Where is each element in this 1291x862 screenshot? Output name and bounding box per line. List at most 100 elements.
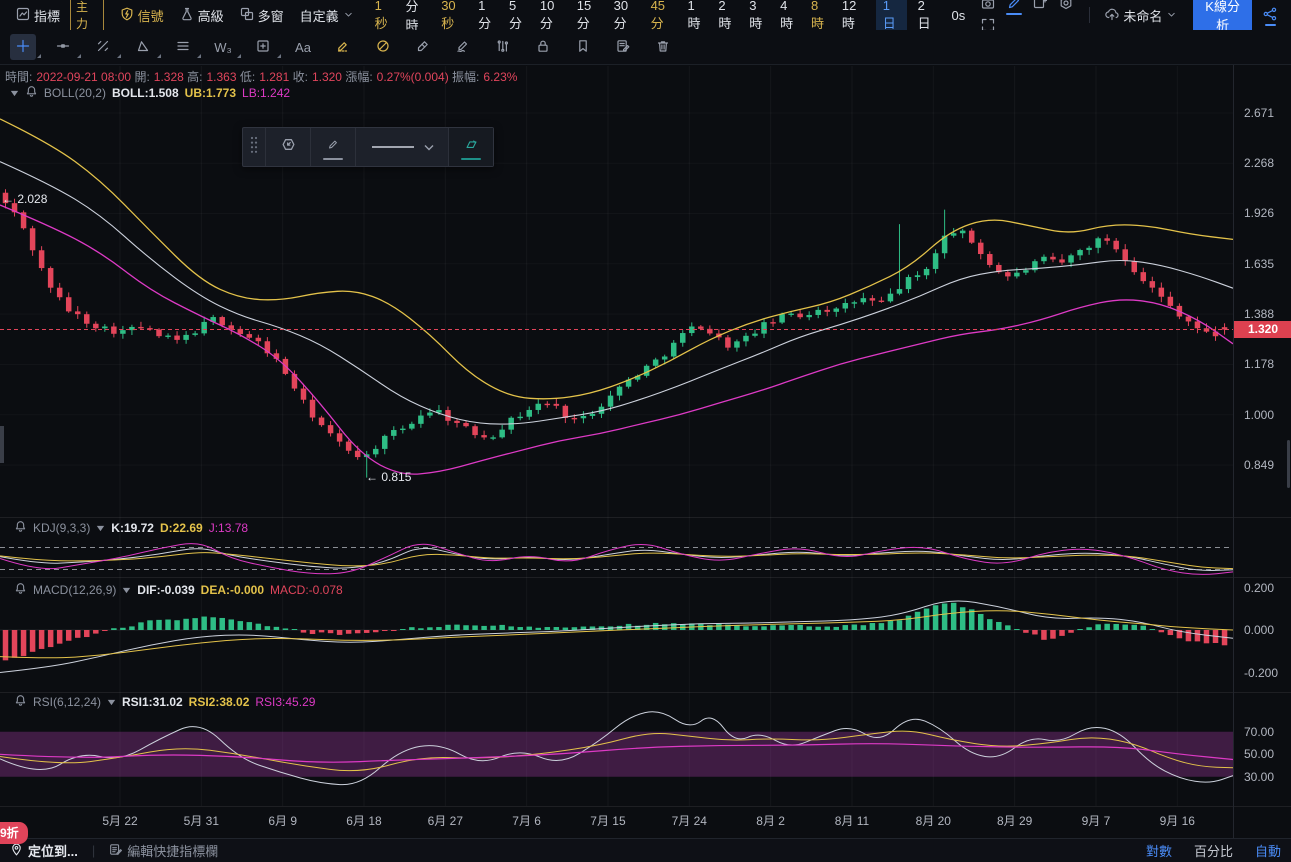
price-axis[interactable]: 2.6712.2681.9261.6351.3881.1781.0000.849… [1233,65,1291,806]
log-scale-toggle[interactable]: 對數 [1146,841,1172,860]
crosshair-tool[interactable] [10,34,36,60]
timeframe-1時[interactable]: 1時 [687,0,704,32]
amplitude-label: 振幅: [452,70,479,84]
timeframe-30分[interactable]: 30分 [614,0,637,32]
percent-scale-toggle[interactable]: 百分比 [1194,841,1233,860]
share-button[interactable] [1260,4,1281,26]
auto-scale-toggle[interactable]: 自動 [1255,841,1281,860]
top-toolbar: 指標 主力 信號 高級 多窗 自定義 1秒分時30秒1分5分10分15分30分4… [0,0,1291,30]
brush-highlight-tool-icon [336,39,350,56]
timeframe-4時[interactable]: 4時 [780,0,797,32]
alert-bell-icon[interactable] [25,85,38,101]
advanced-button[interactable]: 高級 [180,6,224,25]
timeframe-15分[interactable]: 15分 [577,0,600,32]
timeframe-2時[interactable]: 2時 [718,0,735,32]
chart-icon [16,7,30,24]
eraser-tool-icon [416,39,430,56]
trend-line-tool[interactable] [90,34,116,60]
rsi-name[interactable]: RSI(6,12,24) [33,695,101,709]
multi-window-button[interactable]: 多窗 [240,6,284,25]
fill-swatch [461,158,481,160]
macd-indicator-row: MACD(12,26,9) ▼ DIF:-0.039 DEA:-0.000 MA… [14,582,343,598]
macd-hist-value: MACD:-0.078 [270,583,343,597]
timeframe-30秒[interactable]: 30秒 [441,0,464,32]
marker-squiggle-tool[interactable] [450,34,476,60]
triangle-tool[interactable] [130,34,156,60]
form-edit-tool[interactable] [610,34,636,60]
chevron-down-icon[interactable]: ▼ [121,585,133,595]
trash-tool-icon [656,39,670,56]
settings-button[interactable] [1053,0,1079,15]
layout-save-button[interactable]: 未命名 [1105,6,1177,25]
brush-highlight-tool[interactable] [330,34,356,60]
line-color-button[interactable] [311,128,356,166]
scrollbar-thumb[interactable] [1287,440,1290,488]
custom-button[interactable]: 自定義 [300,6,354,25]
form-edit-tool-icon [616,39,630,56]
crosshair-tool-icon [16,39,30,56]
box-plus-tool[interactable] [250,34,276,60]
collapse-chevron-icon[interactable]: ▼ [8,88,20,98]
drag-handle[interactable] [243,128,266,166]
drag-dots-icon [249,136,259,159]
lock-tool[interactable] [530,34,556,60]
alert-bell-icon[interactable] [14,694,27,710]
add-pane-icon [1033,0,1047,13]
timeframe-分時[interactable]: 分時 [406,0,428,34]
alert-bell-icon[interactable] [14,582,27,598]
timeframe-12時[interactable]: 12時 [842,0,865,32]
date-label: 7月 15 [590,812,625,829]
text-tool[interactable]: Aa [290,34,316,60]
boll-lb-value: LB:1.242 [242,86,290,100]
edit-shortcuts-button[interactable]: 編輯快捷指標欄 [109,841,218,860]
timeframe-8時[interactable]: 8時 [811,0,828,32]
trash-tool[interactable] [650,34,676,60]
time-value: 2022-09-21 08:00 [36,70,131,84]
fill-style-button[interactable] [449,128,493,166]
fib-retracement-tool-icon [176,39,190,56]
main-force-button[interactable]: 主力 [70,0,104,34]
date-label: 9月 16 [1160,812,1195,829]
magnet-tool[interactable] [370,34,396,60]
camera-button[interactable] [975,0,1001,15]
marker-squiggle-tool-icon [456,39,470,56]
candle-pattern-tool[interactable] [490,34,516,60]
timeframe-45分[interactable]: 45分 [651,0,674,32]
timeframe-1分[interactable]: 1分 [478,0,495,32]
shape-tool-button[interactable] [266,128,311,166]
bookmark-tool-icon [576,39,590,56]
trading-app: 指標 主力 信號 高級 多窗 自定義 1秒分時 30秒 1分 5分 10分 15分 30分 4… [0,0,1291,862]
line-style-select[interactable] [356,128,449,166]
macd-name[interactable]: MACD(12,26,9) [33,583,116,597]
eraser-tool[interactable] [410,34,436,60]
date-label: 6月 9 [268,812,297,829]
kdj-name[interactable]: KDJ(9,3,3) [33,521,90,535]
add-pane-button[interactable] [1027,0,1053,15]
indicators-button[interactable]: 指標 [16,6,60,25]
signals-button[interactable]: 信號 [120,6,164,25]
timeframe-5分[interactable]: 5分 [509,0,526,32]
chevron-down-icon[interactable]: ▼ [105,697,117,707]
custom-label: 自定義 [300,6,339,25]
date-label: 6月 27 [428,812,463,829]
kdj-d-value: D:22.69 [160,521,203,535]
signals-label: 信號 [138,6,164,25]
timeframe-3時[interactable]: 3時 [749,0,766,32]
chart-canvas[interactable] [0,0,1291,862]
promo-badge[interactable]: 9折 [0,822,28,844]
time-axis[interactable]: 5月 225月 316月 96月 186月 277月 67月 157月 248月… [0,806,1291,836]
timeframe-10分[interactable]: 10分 [540,0,563,32]
close-label: 收: [293,70,308,84]
horizontal-line-tool[interactable] [50,34,76,60]
timeframe-1秒[interactable]: 1秒 [375,0,392,32]
chevron-down-icon[interactable]: ▼ [95,523,107,533]
bookmark-tool[interactable] [570,34,596,60]
alert-bell-icon[interactable] [14,520,27,536]
boll-name[interactable]: BOLL(20,2) [44,86,106,100]
timeframe-1日[interactable]: 1日 [876,0,907,34]
date-label: 5月 22 [102,812,137,829]
fib-retracement-tool[interactable] [170,34,196,60]
elliott-wave-tool[interactable]: W₃ [210,34,236,60]
timeframe-2日[interactable]: 2日 [918,0,935,32]
draw-pencil-button[interactable] [1001,0,1027,15]
